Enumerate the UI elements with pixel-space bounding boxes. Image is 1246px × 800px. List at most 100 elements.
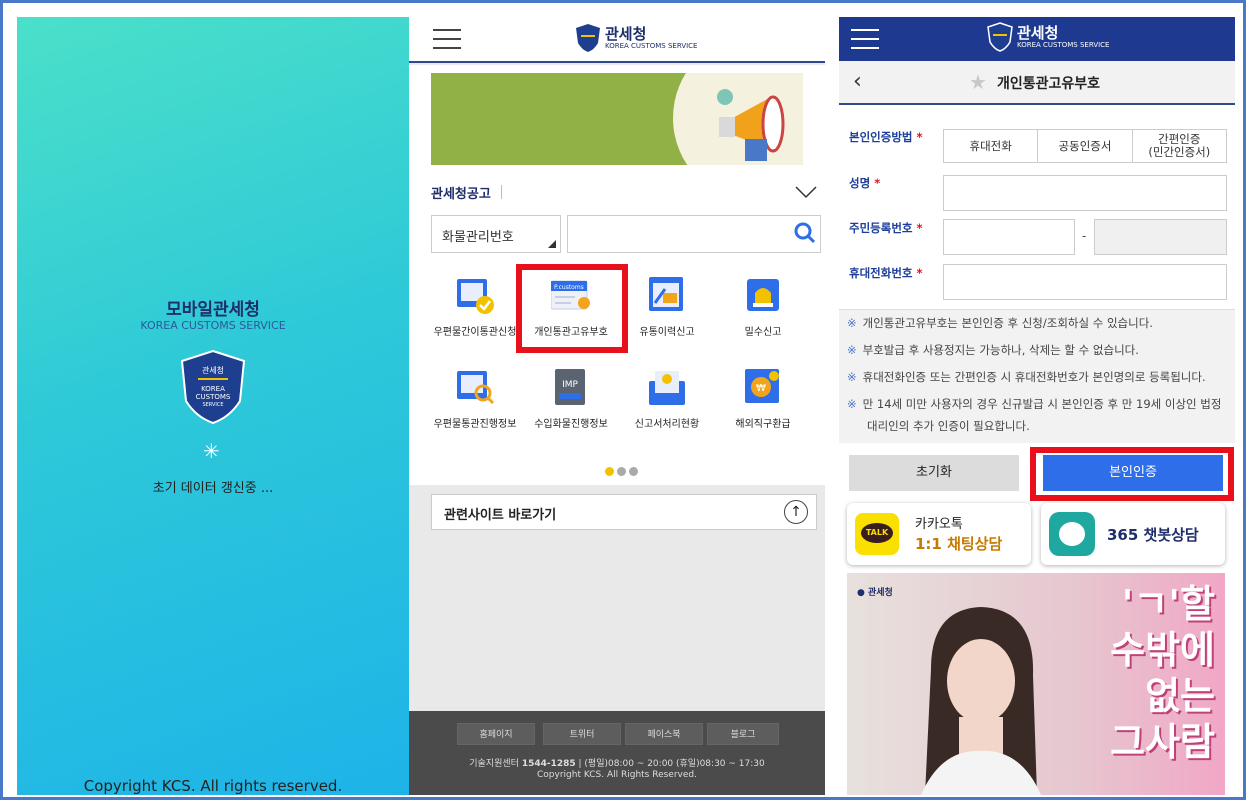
- phone-field[interactable]: [943, 264, 1227, 300]
- customs-code-screen: 관세청 KOREA CUSTOMS SERVICE ‹ ★ 개인통관고유부호 본…: [839, 17, 1235, 795]
- main-header: 관세청 KOREA CUSTOMS SERVICE: [409, 17, 825, 63]
- ad-headline: 'ㄱ'할 수밖에 없는 그사람: [1110, 582, 1215, 764]
- footer-info: 기술지원센터 1544-1285 | (평일)08:00 ~ 20:00 (휴일…: [409, 759, 825, 781]
- detail-header: 관세청 KOREA CUSTOMS SERVICE: [839, 17, 1235, 61]
- mail-search-icon: [457, 371, 495, 405]
- kakao-talk-icon: TALK: [855, 513, 899, 555]
- page-dot[interactable]: [617, 467, 626, 476]
- menu-label: 해외직구환급: [735, 419, 791, 430]
- arrow-up-icon[interactable]: ↑: [784, 500, 808, 524]
- logo-korean: 관세청: [1017, 23, 1059, 42]
- rrn-front-field[interactable]: [943, 219, 1075, 255]
- phone-label: 휴대전화번호 *: [849, 266, 923, 280]
- footer-link-homepage[interactable]: 홈페이지: [457, 723, 535, 745]
- kakao-line2: 1:1 채팅상담: [915, 535, 1003, 553]
- back-arrow-icon[interactable]: ‹: [853, 69, 862, 94]
- hamburger-menu-icon[interactable]: [433, 29, 461, 49]
- page-title-bar: ‹ ★ 개인통관고유부호: [839, 61, 1235, 105]
- highlight-box-verify: [1030, 447, 1234, 501]
- reset-button[interactable]: 초기화: [849, 455, 1019, 491]
- promo-banner[interactable]: [431, 73, 803, 165]
- notice-label[interactable]: 관세청공고: [431, 183, 803, 205]
- rrn-label: 주민등록번호 *: [849, 221, 923, 235]
- auth-option-simple[interactable]: 간편인증 (민간인증서): [1133, 130, 1226, 162]
- emblem-text-2: KOREA: [201, 385, 225, 393]
- search-type-select[interactable]: 화물관리번호: [431, 215, 561, 253]
- notice-list: ※ 개인통관고유부호는 본인인증 후 신청/조회하실 수 있습니다. ※ 부호발급 …: [839, 309, 1235, 443]
- menu-label: 신고서처리현황: [634, 419, 700, 430]
- note-item: ※ 부호발급 후 사용정지는 가능하나, 삭제는 할 수 없습니다.: [847, 343, 1139, 357]
- ad-org-label: ● 관세청: [857, 588, 893, 598]
- page-dot-active[interactable]: [605, 467, 614, 476]
- highlight-box-customs-code: [516, 264, 628, 353]
- emblem-text-3: CUSTOMS: [196, 393, 231, 401]
- logo-korean: 관세청: [605, 24, 647, 43]
- search-type-value: 화물관리번호: [442, 230, 514, 245]
- footer-link-blog[interactable]: 블로그: [707, 723, 779, 745]
- page-dot[interactable]: [629, 467, 638, 476]
- note-item: ※ 만 14세 미만 사용자의 경우 신규발급 시 본인인증 후 만 19세 이상…: [847, 397, 1222, 433]
- main-screen: 관세청 KOREA CUSTOMS SERVICE 관세청공고 화물관리번호 우…: [409, 17, 825, 795]
- menu-label: 우편물간이통관신청: [433, 327, 517, 338]
- footer-copyright: Copyright KCS. All Rights Reserved.: [537, 770, 697, 780]
- auth-option-certificate[interactable]: 공동인증서: [1038, 130, 1133, 162]
- notice-divider: [501, 185, 502, 199]
- loading-status: 초기 데이터 갱신중 ...: [152, 481, 274, 496]
- support-phone[interactable]: 1544-1285: [522, 759, 576, 769]
- footer-link-facebook[interactable]: 페이스북: [625, 723, 703, 745]
- menu-item-import-cargo-progress[interactable]: IMP 수입화물진행정보: [523, 363, 619, 443]
- app-subtitle: KOREA CUSTOMS SERVICE: [140, 319, 286, 332]
- promo-video-banner[interactable]: ● 관세청 'ㄱ'할 수밖에 없는 그사람: [847, 573, 1225, 795]
- woman-portrait-image: [921, 607, 1041, 795]
- customs-shield-icon: [576, 24, 600, 52]
- related-sites-dropdown[interactable]: 관련사이트 바로가기 ↑: [431, 494, 817, 530]
- name-field[interactable]: [943, 175, 1227, 211]
- main-footer: 홈페이지 트위터 페이스북 블로그 기술지원센터 1544-1285 | (평일…: [409, 711, 825, 795]
- menu-label: 우편물통관진행정보: [433, 419, 517, 430]
- emblem-text-1: 관세청: [202, 365, 224, 375]
- kakao-chat-button[interactable]: TALK 카카오톡 1:1 채팅상담: [847, 503, 1031, 565]
- note-item: ※ 휴대전화인증 또는 간편인증 시 휴대전화번호가 본인명의로 등록됩니다.: [847, 370, 1206, 384]
- chatbot-icon: [1049, 512, 1095, 556]
- loading-spinner-icon: ✳: [203, 439, 220, 463]
- import-cargo-icon: IMP: [555, 369, 585, 405]
- menu-item-mail-simple-clearance[interactable]: 우편물간이통관신청: [427, 271, 523, 351]
- footer-link-twitter[interactable]: 트위터: [543, 723, 621, 745]
- declaration-status-icon: [649, 371, 685, 405]
- menu-label: 밀수신고: [744, 327, 782, 338]
- logo-english: KOREA CUSTOMS SERVICE: [605, 41, 698, 50]
- app-title: 모바일관세청: [166, 300, 260, 320]
- rrn-back-field[interactable]: [1094, 219, 1227, 255]
- emblem-text-4: SERVICE: [202, 402, 223, 408]
- auth-option-phone[interactable]: 휴대전화: [944, 130, 1039, 162]
- menu-item-overseas-refund[interactable]: ₩ 해외직구환급: [715, 363, 811, 443]
- favorite-star-icon[interactable]: ★: [969, 70, 987, 94]
- menu-item-distribution-report[interactable]: 유통이력신고: [619, 271, 715, 351]
- rrn-dash: -: [1082, 229, 1087, 243]
- chatbot-label: 365 챗봇상담: [1107, 526, 1199, 544]
- menu-item-declaration-status[interactable]: 신고서처리현황: [619, 363, 715, 443]
- menu-item-mail-clearance-progress[interactable]: 우편물통관진행정보: [427, 363, 523, 443]
- svg-text:₩: ₩: [756, 383, 766, 394]
- splash-copyright: Copyright KCS. All rights reserved.: [83, 777, 343, 795]
- pagination-dots[interactable]: [605, 461, 641, 480]
- chevron-down-icon[interactable]: [795, 185, 817, 199]
- menu-item-smuggling-report[interactable]: 밀수신고: [715, 271, 811, 351]
- search-input[interactable]: [567, 215, 821, 253]
- kcs-logo[interactable]: 관세청 KOREA CUSTOMS SERVICE: [987, 22, 1109, 52]
- kcs-logo[interactable]: 관세청 KOREA CUSTOMS SERVICE: [575, 23, 697, 53]
- search-icon[interactable]: [794, 222, 816, 244]
- hamburger-menu-icon[interactable]: [851, 29, 879, 49]
- distribution-report-icon: [649, 277, 683, 311]
- support-center-label: 기술지원센터: [469, 759, 519, 769]
- splash-screen: 모바일관세청 KOREA CUSTOMS SERVICE 관세청 KOREA C…: [17, 17, 409, 795]
- auth-method-options: 휴대전화 공동인증서 간편인증 (민간인증서): [943, 129, 1227, 163]
- screenshot-frame: 모바일관세청 KOREA CUSTOMS SERVICE 관세청 KOREA C…: [0, 0, 1246, 800]
- select-triangle-icon: [548, 240, 556, 248]
- mail-check-icon: [457, 279, 494, 314]
- megaphone-icon: [717, 89, 785, 161]
- chatbot-button[interactable]: 365 챗봇상담: [1041, 503, 1225, 565]
- customs-shield-icon: [987, 22, 1013, 52]
- main-content: 관세청공고 화물관리번호 우편물간이통관신청 P.customs 개인통관고유부…: [409, 65, 825, 485]
- smuggling-alarm-icon: [747, 279, 779, 311]
